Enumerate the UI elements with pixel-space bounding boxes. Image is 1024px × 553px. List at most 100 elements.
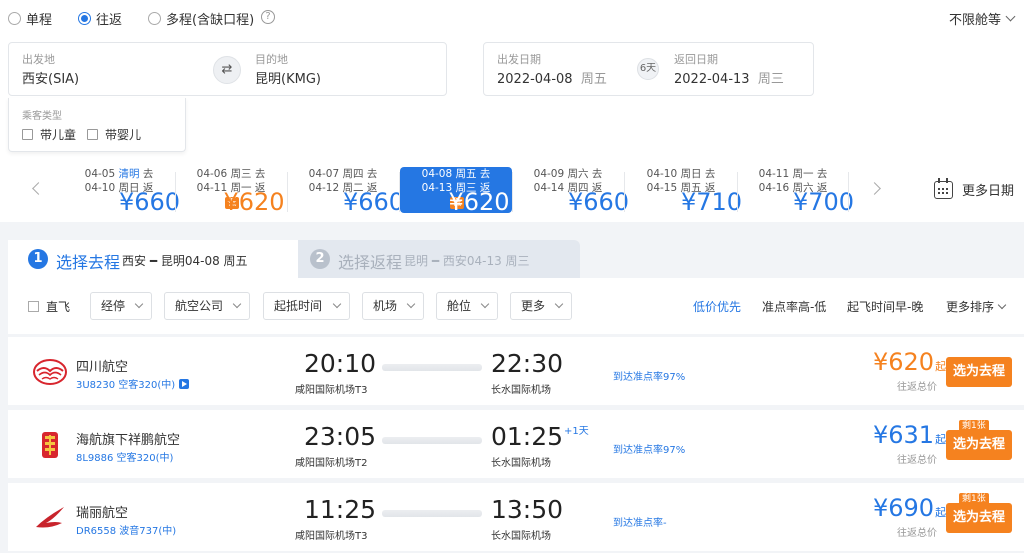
date-go-tag: 周六: [567, 168, 589, 180]
date-option[interactable]: 04-10 周日 去 04-15 周五 返 ¥710: [625, 167, 742, 214]
radio-circle-icon: [8, 11, 21, 25]
divider: [848, 172, 849, 212]
flight-price: ¥620起: [873, 348, 946, 376]
chevron-down-icon: [332, 299, 342, 309]
on-time-rate[interactable]: 到达准点率-: [613, 514, 667, 529]
sort-on-time-rate[interactable]: 准点率高-低: [762, 298, 826, 315]
sort-lowest-price[interactable]: 低价优先: [693, 298, 741, 315]
flight-path-line: [382, 364, 482, 371]
price-suffix: 起: [935, 433, 947, 446]
flight-info[interactable]: DR6558 波音737(中): [76, 522, 176, 537]
airline-name: 四川航空: [76, 360, 129, 375]
date-option[interactable]: 04-06 周三 去 04-11 周一 返 ¥620 低: [175, 167, 287, 216]
date-option[interactable]: 04-08 周五 去 04-13 周三 返 ¥620 低: [400, 167, 512, 214]
date-go-tag: 周三: [230, 168, 252, 180]
price-value: ¥631: [873, 421, 935, 449]
date-option[interactable]: 04-07 周四 去 04-12 周二 返 ¥660: [287, 167, 404, 214]
flight-price: ¥690起: [873, 494, 946, 522]
arrival-time: 22:30: [491, 349, 564, 378]
date-price-line: ¥620 低: [175, 188, 287, 216]
arrival-airport: 长水国际机场: [491, 458, 551, 469]
date-back: 04-15: [646, 182, 678, 194]
cabin-class-value: 不限舱等: [948, 13, 1001, 28]
date-go-suffix: 去: [254, 168, 266, 180]
depart-weekday: 周五: [580, 72, 607, 87]
filter-cabin[interactable]: 舱位: [436, 292, 498, 320]
passenger-type-label: 乘客类型: [22, 111, 62, 122]
radio-one-way[interactable]: 单程: [8, 10, 52, 28]
swap-icon[interactable]: ⇄: [213, 56, 241, 84]
select-outbound-button[interactable]: 选为去程: [946, 430, 1012, 460]
radio-multi-city[interactable]: 多程(含缺口程): [148, 10, 255, 28]
price-value: ¥620: [873, 348, 935, 376]
child-checkbox[interactable]: 带儿童: [22, 126, 76, 143]
filter-stops[interactable]: 经停: [90, 292, 152, 320]
price-suffix: 起: [935, 506, 947, 519]
date-price: ¥620: [223, 188, 285, 216]
depart-date-value: 2022-04-08: [497, 72, 573, 87]
ruili-airlines-icon: [36, 507, 64, 528]
date-price: ¥660: [119, 188, 181, 216]
date-go-line: 04-08 周五 去: [400, 167, 512, 181]
date-go-tag: 周日: [680, 168, 702, 180]
date-go-suffix: 去: [816, 168, 828, 180]
arrival-airport: 长水国际机场: [491, 531, 551, 542]
help-icon[interactable]: ?: [261, 10, 275, 24]
sichuan-airlines-icon: [33, 359, 67, 385]
more-dates-button[interactable]: 更多日期: [934, 177, 1014, 199]
flight-number-aircraft: 3U8230 空客320(中): [76, 380, 176, 391]
origin-label: 出发地: [22, 53, 55, 66]
date-go: 04-09: [533, 168, 565, 180]
flight-info[interactable]: 3U8230 空客320(中): [76, 376, 190, 391]
select-outbound-button[interactable]: 选为去程: [946, 357, 1012, 387]
trip-days-badge: 6天: [637, 58, 659, 80]
checkbox-label: 带婴儿: [105, 128, 142, 142]
arrival-time: 01:25: [491, 422, 564, 451]
depart-date-label: 出发日期: [497, 53, 541, 66]
filter-more[interactable]: 更多: [510, 292, 572, 320]
depart-date-field[interactable]: 2022-04-08 周五: [497, 68, 607, 87]
chevron-down-icon: [554, 299, 564, 309]
airline-logo: [32, 503, 68, 533]
checkbox-label: 直飞: [46, 300, 71, 314]
price-note: 往返总价: [897, 528, 937, 539]
radio-round-trip[interactable]: 往返: [78, 10, 122, 28]
on-time-rate[interactable]: 到达准点率97%: [613, 441, 685, 456]
on-time-rate[interactable]: 到达准点率97%: [613, 368, 685, 383]
radio-circle-icon: [78, 11, 91, 25]
date-go-tag: 清明: [118, 168, 140, 180]
date-go: 04-05: [84, 168, 116, 180]
step-number: 2: [310, 249, 330, 269]
cabin-class-select[interactable]: 不限舱等: [948, 9, 1016, 28]
filter-airline[interactable]: 航空公司: [164, 292, 250, 320]
date-go-suffix: 去: [591, 168, 603, 180]
date-option[interactable]: 04-05 清明 去 04-10 周日 返 ¥660: [63, 167, 180, 214]
infant-checkbox[interactable]: 带婴儿: [87, 126, 141, 143]
airline-logo: [32, 430, 68, 460]
flight-info[interactable]: 8L9886 空客320(中): [76, 449, 173, 464]
lucky-air-icon: [42, 432, 58, 458]
sort-departure-time[interactable]: 起飞时间早-晚: [847, 298, 923, 315]
filter-label: 经停: [101, 299, 126, 313]
sort-more[interactable]: 更多排序: [946, 298, 1007, 315]
origin-field[interactable]: 西安(SIA): [22, 68, 79, 87]
filter-airport[interactable]: 机场: [362, 292, 424, 320]
select-outbound-button[interactable]: 选为去程: [946, 503, 1012, 533]
date-back: 04-16: [758, 182, 790, 194]
filter-label: 航空公司: [175, 299, 224, 313]
step-title: 选择去程: [56, 253, 121, 272]
date-option[interactable]: 04-09 周六 去 04-14 周四 返 ¥660: [512, 167, 629, 214]
tab-select-outbound[interactable]: 1 选择去程 西安 ━ 昆明04-08 周五: [8, 240, 298, 278]
arrival-airport: 长水国际机场: [491, 385, 551, 396]
date-price: ¥710: [681, 188, 743, 216]
filter-time[interactable]: 起抵时间: [263, 292, 350, 320]
tab-select-return[interactable]: 2 选择返程 昆明 ━ 西安04-13 周三: [298, 240, 580, 278]
next-day-tag: +1天: [564, 426, 589, 437]
return-date-field[interactable]: 2022-04-13 周三: [674, 68, 784, 87]
video-play-icon[interactable]: [179, 379, 190, 389]
date-price: ¥660: [343, 188, 405, 216]
date-option[interactable]: 04-11 周一 去 04-16 周六 返 ¥700: [737, 167, 854, 214]
direct-only-checkbox[interactable]: 直飞: [28, 298, 70, 315]
dest-field[interactable]: 昆明(KMG): [255, 68, 321, 87]
radio-label: 多程(含缺口程): [166, 12, 255, 28]
